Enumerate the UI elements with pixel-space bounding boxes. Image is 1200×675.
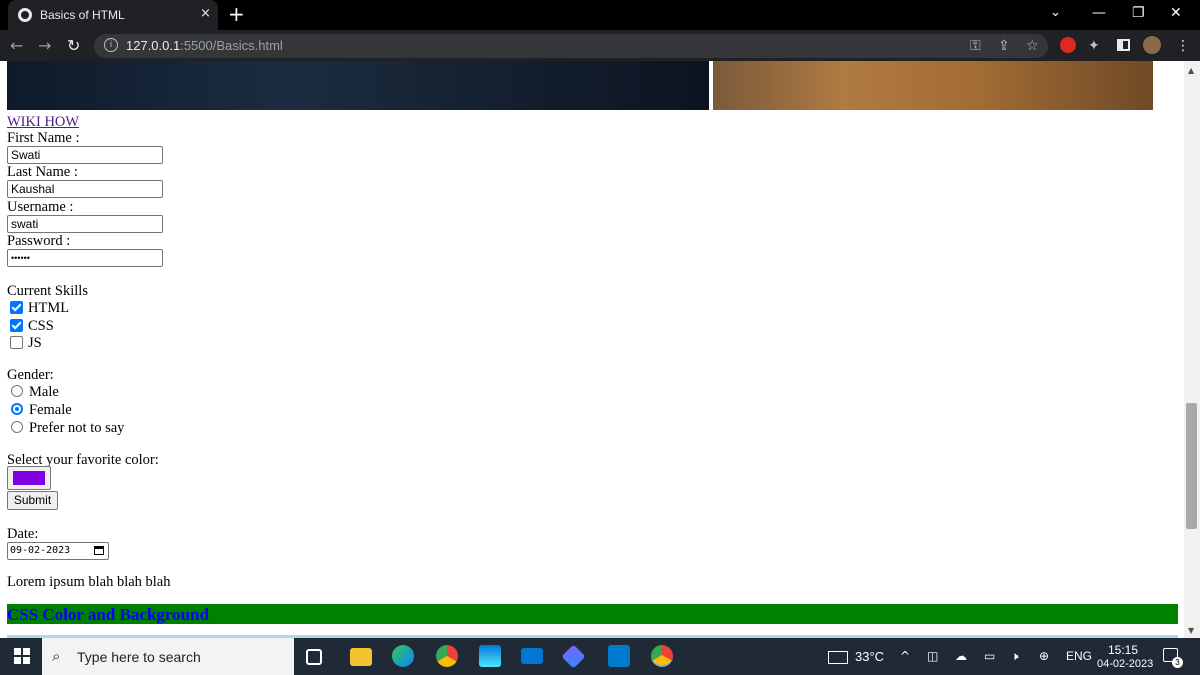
url-path: :5500/Basics.html [180, 38, 283, 53]
username-label: Username : [7, 199, 74, 215]
html-checkbox[interactable] [10, 301, 23, 314]
female-radio[interactable] [11, 403, 23, 415]
forward-icon[interactable]: → [38, 36, 51, 55]
tab-close-icon[interactable]: × [200, 6, 211, 21]
new-tab-button[interactable]: + [228, 2, 245, 26]
share-icon[interactable]: ⇪ [998, 38, 1010, 54]
search-icon: ⌕ [52, 647, 61, 665]
notification-count: 3 [1172, 657, 1183, 668]
show-hidden-icons[interactable]: ^ [900, 649, 910, 663]
person-image [713, 61, 1153, 110]
skills-heading: Current Skills [7, 283, 88, 299]
password-label: Password : [7, 233, 71, 249]
search-placeholder: Type here to search [77, 649, 201, 665]
first-name-field[interactable]: Swati [7, 146, 163, 164]
submit-button[interactable]: Submit [7, 491, 58, 510]
first-name-label: First Name : [7, 130, 80, 146]
date-value: 09-02-2023 [10, 545, 71, 556]
tab-search-icon[interactable]: ⌄ [1050, 5, 1061, 20]
battery-icon[interactable]: ▭ [984, 649, 995, 663]
color-picker[interactable] [7, 466, 51, 490]
clock-time[interactable]: 15:15 [1108, 643, 1138, 657]
puzzle-icon[interactable]: ✦ [1088, 38, 1100, 54]
scroll-up-icon[interactable]: ▲ [1188, 66, 1194, 75]
close-window-button[interactable]: ✕ [1170, 5, 1182, 21]
task-view-icon[interactable] [306, 649, 322, 665]
css-color-banner: CSS Color and Background [7, 604, 1178, 624]
css-checkbox-label: CSS [28, 318, 54, 334]
address-bar[interactable]: i 127.0.0.1:5500/Basics.html [94, 34, 1048, 58]
restore-button[interactable]: ❐ [1132, 5, 1145, 21]
tab-title: Basics of HTML [40, 8, 125, 22]
volume-muted-icon[interactable]: 🕨 [1011, 649, 1019, 664]
calendar-icon[interactable] [94, 546, 104, 555]
js-checkbox-label: JS [28, 335, 42, 351]
clock-date[interactable]: 04-02-2023 [1097, 658, 1153, 670]
globe-icon [18, 8, 32, 22]
star-icon[interactable]: ☆ [1026, 38, 1039, 54]
last-name-label: Last Name : [7, 164, 78, 180]
lorem-paragraph: Lorem ipsum blah blah blah [7, 574, 171, 590]
key-icon[interactable]: ⚿ [970, 38, 981, 54]
temperature[interactable]: 33°C [855, 649, 884, 664]
language-indicator[interactable]: ENG [1066, 649, 1092, 663]
scroll-down-icon[interactable]: ▼ [1188, 626, 1194, 635]
username-field[interactable]: swati [7, 215, 163, 233]
wiki-how-link[interactable]: WIKI HOW [7, 114, 79, 130]
gender-heading: Gender: [7, 367, 54, 383]
edge-icon[interactable] [392, 645, 414, 667]
browser-tab[interactable]: Basics of HTML × [8, 0, 218, 30]
male-radio[interactable] [11, 385, 23, 397]
scrollbar-thumb[interactable] [1186, 403, 1197, 529]
back-icon[interactable]: ← [10, 36, 23, 55]
male-radio-label: Male [29, 384, 59, 400]
date-label: Date: [7, 526, 39, 542]
site-info-icon[interactable]: i [104, 38, 118, 52]
weather-icon[interactable] [828, 651, 848, 664]
windows-start-icon[interactable] [14, 648, 30, 664]
onedrive-icon[interactable]: ☁ [955, 649, 967, 663]
html-checkbox-label: HTML [28, 300, 70, 316]
meet-icon[interactable]: ◫ [927, 649, 938, 663]
prefer-not-radio[interactable] [11, 421, 23, 433]
browser-title-bar: Basics of HTML × + ⌄ — ❐ ✕ [0, 0, 1200, 30]
sidebar-icon[interactable] [1117, 39, 1130, 51]
scrollbar[interactable] [1184, 61, 1200, 638]
banner-heading: CSS Color and Background [7, 605, 210, 624]
chrome-active-icon[interactable] [651, 645, 673, 667]
prefer-not-radio-label: Prefer not to say [29, 420, 125, 436]
url-text[interactable]: 127.0.0.1:5500/Basics.html [126, 38, 283, 53]
avatar[interactable] [1143, 36, 1161, 54]
js-checkbox[interactable] [10, 336, 23, 349]
password-field[interactable]: •••••• [7, 249, 163, 267]
date-input[interactable]: 09-02-2023 [7, 542, 109, 560]
page-viewport: WIKI HOW First Name : Swati Last Name : … [0, 61, 1184, 638]
network-icon[interactable]: ⊕ [1039, 649, 1049, 663]
menu-icon[interactable]: ⋮ [1176, 38, 1190, 54]
minimize-button[interactable]: — [1092, 5, 1106, 21]
extension-red-icon[interactable] [1060, 37, 1076, 53]
female-radio-label: Female [29, 402, 72, 418]
vscode-icon[interactable] [608, 645, 630, 667]
store-icon[interactable] [479, 645, 501, 667]
reload-icon[interactable]: ↻ [67, 36, 80, 55]
taskbar-search[interactable]: ⌕ Type here to search [42, 638, 294, 675]
last-name-field[interactable]: Kaushal [7, 180, 163, 198]
file-explorer-icon[interactable] [350, 648, 372, 666]
chrome-icon[interactable] [436, 645, 458, 667]
url-host: 127.0.0.1 [126, 38, 181, 53]
mail-icon[interactable] [521, 648, 543, 664]
ocean-image [7, 61, 709, 110]
color-swatch [13, 471, 45, 485]
css-checkbox[interactable] [10, 319, 23, 332]
